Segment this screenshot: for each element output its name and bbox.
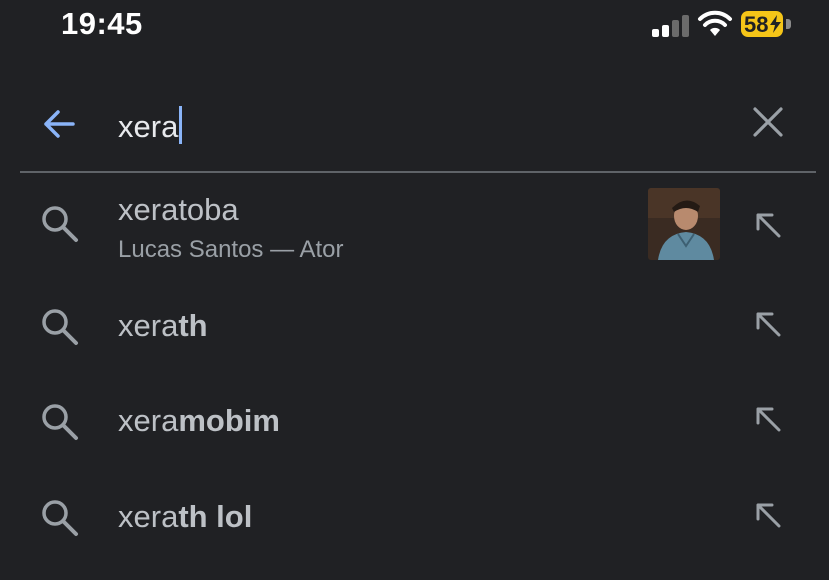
- suggestion-text: xeratoba: [118, 192, 239, 227]
- suggestion-item[interactable]: xeramobim: [0, 385, 829, 457]
- arrow-up-left-icon[interactable]: [753, 404, 783, 434]
- search-query-text: xera: [118, 109, 179, 144]
- arrow-up-left-icon[interactable]: [753, 210, 783, 240]
- search-input[interactable]: xera: [118, 106, 183, 145]
- suggestion-subtitle: Lucas Santos — Ator: [118, 236, 344, 263]
- close-icon[interactable]: [751, 105, 785, 139]
- suggestion-thumbnail: [648, 188, 720, 260]
- back-arrow-icon[interactable]: [39, 104, 79, 144]
- suggestion-text: xerath lol: [118, 499, 253, 534]
- search-icon: [42, 206, 78, 242]
- arrow-up-left-icon[interactable]: [753, 309, 783, 339]
- text-cursor: [179, 106, 183, 144]
- battery-percent: 58: [744, 12, 769, 37]
- battery-charging-icon: 58: [741, 11, 783, 37]
- battery-cap: [786, 19, 791, 29]
- status-time: 19:45: [61, 6, 143, 41]
- suggestion-text: xerath: [118, 308, 208, 343]
- search-icon: [42, 309, 78, 345]
- cellular-signal-icon: [652, 13, 690, 37]
- search-icon: [42, 500, 78, 536]
- arrow-up-left-icon[interactable]: [753, 500, 783, 530]
- search-divider: [20, 171, 816, 173]
- charging-bolt-icon: [770, 15, 781, 33]
- suggestion-text: xeramobim: [118, 403, 280, 438]
- search-bar: xera: [0, 85, 829, 161]
- suggestion-item[interactable]: xerath: [0, 290, 829, 362]
- search-icon: [42, 404, 78, 440]
- status-bar: 19:45 58: [0, 0, 829, 50]
- wifi-icon: [698, 10, 732, 36]
- suggestion-item[interactable]: xerath lol: [0, 481, 829, 553]
